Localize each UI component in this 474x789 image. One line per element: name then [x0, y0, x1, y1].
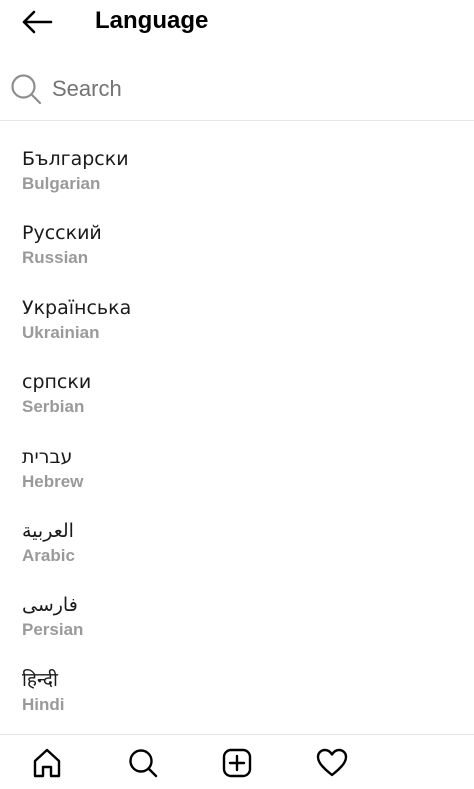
language-native-name: српски [22, 371, 92, 394]
language-item-persian[interactable]: فارسی Persian [0, 592, 474, 666]
header-bar: Language [0, 0, 474, 44]
language-english-name: Hindi [22, 694, 65, 714]
search-input[interactable] [52, 72, 452, 106]
language-item-ukrainian[interactable]: Українська Ukrainian [0, 295, 474, 369]
language-english-name: Arabic [22, 545, 75, 565]
language-native-name: Български [22, 148, 129, 170]
language-item-arabic[interactable]: العربية Arabic [0, 518, 474, 592]
language-english-name: Russian [22, 248, 89, 268]
arrow-left-icon [22, 10, 53, 34]
language-english-name: Persian [22, 620, 84, 640]
search-bar [0, 62, 474, 121]
home-icon [33, 748, 61, 778]
search-icon [11, 74, 42, 105]
language-native-name: Русский [22, 222, 102, 245]
language-item-bulgarian[interactable]: Български Bulgarian [0, 146, 474, 220]
language-native-name: עברית [22, 445, 73, 468]
back-button[interactable] [20, 8, 54, 36]
language-english-name: Ukrainian [22, 322, 100, 342]
nav-create-button[interactable] [221, 747, 253, 779]
page-title: Language [95, 7, 209, 34]
language-english-name: Hebrew [22, 471, 84, 491]
language-english-name: Bulgarian [22, 174, 101, 193]
language-item-hebrew[interactable]: עברית Hebrew [0, 444, 474, 518]
search-icon [129, 749, 158, 778]
language-item-hindi[interactable]: हिन्दी Hindi [0, 667, 474, 741]
language-list: Български Bulgarian Русский Russian Укра… [0, 146, 474, 741]
language-item-russian[interactable]: Русский Russian [0, 220, 474, 294]
language-native-name: हिन्दी [22, 668, 58, 691]
nav-activity-button[interactable] [316, 747, 348, 779]
language-english-name: Serbian [22, 397, 85, 417]
language-item-serbian[interactable]: српски Serbian [0, 369, 474, 443]
language-native-name: Українська [22, 296, 132, 319]
language-native-name: فارسی [22, 594, 78, 617]
nav-search-button[interactable] [127, 747, 159, 779]
bottom-navigation [0, 734, 474, 789]
add-post-icon [222, 748, 252, 778]
language-native-name: العربية [22, 519, 74, 542]
nav-home-button[interactable] [31, 747, 63, 779]
heart-icon [316, 748, 348, 777]
